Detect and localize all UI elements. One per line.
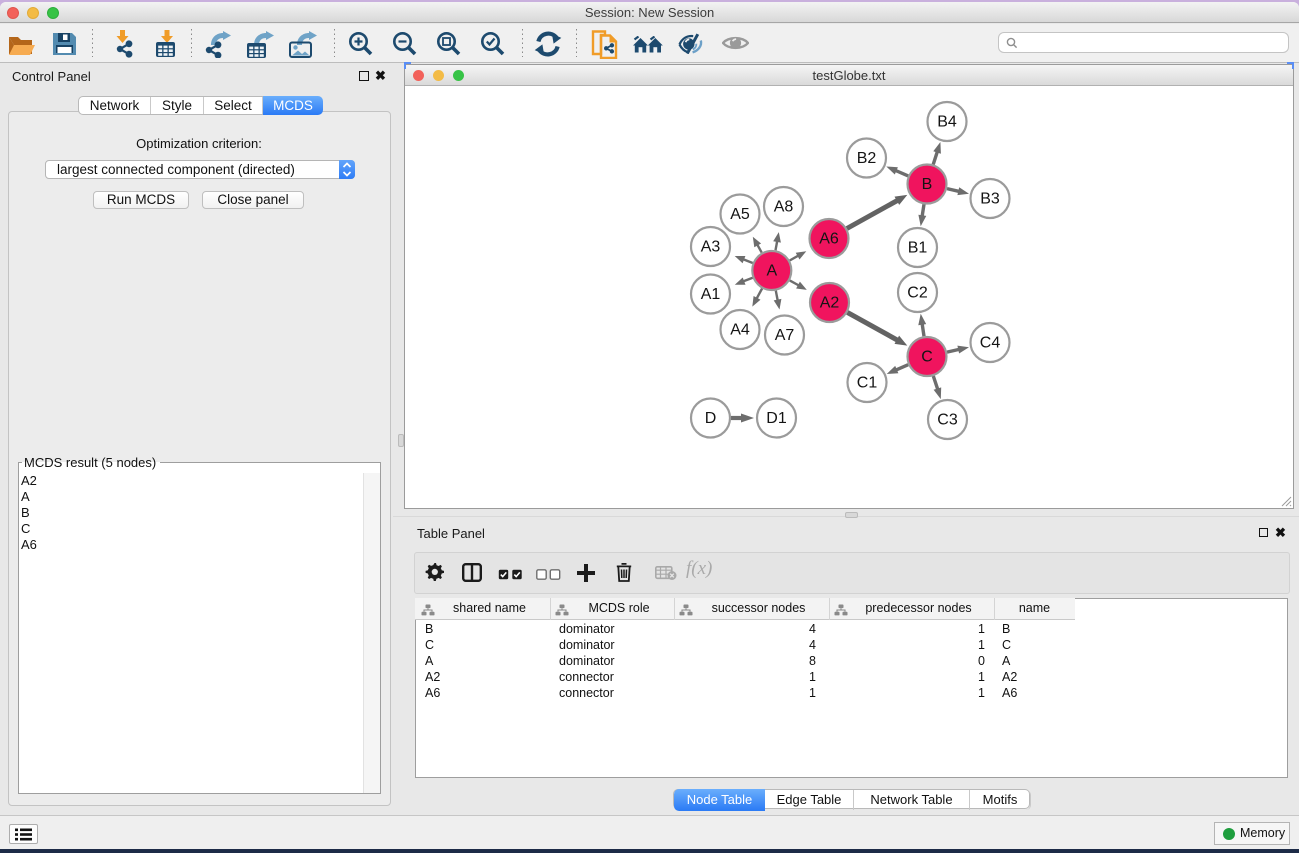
- svg-text:C3: C3: [937, 412, 958, 429]
- svg-text:A7: A7: [775, 327, 795, 344]
- svg-text:C4: C4: [980, 335, 1001, 352]
- svg-text:B4: B4: [937, 114, 957, 131]
- svg-text:A1: A1: [701, 286, 721, 303]
- svg-text:A2: A2: [820, 295, 840, 312]
- svg-text:A4: A4: [730, 322, 750, 339]
- svg-text:B3: B3: [980, 191, 1000, 208]
- svg-text:A3: A3: [701, 239, 721, 256]
- svg-text:B2: B2: [857, 150, 877, 167]
- svg-text:A6: A6: [819, 231, 839, 248]
- svg-text:C: C: [921, 349, 933, 366]
- svg-text:A5: A5: [730, 206, 750, 223]
- svg-text:B: B: [922, 176, 933, 193]
- svg-text:D1: D1: [766, 410, 787, 427]
- svg-text:A8: A8: [774, 199, 794, 216]
- svg-text:C2: C2: [907, 285, 928, 302]
- svg-text:B1: B1: [908, 240, 928, 257]
- svg-text:A: A: [766, 263, 777, 280]
- svg-text:C1: C1: [857, 375, 878, 392]
- svg-text:D: D: [705, 410, 717, 427]
